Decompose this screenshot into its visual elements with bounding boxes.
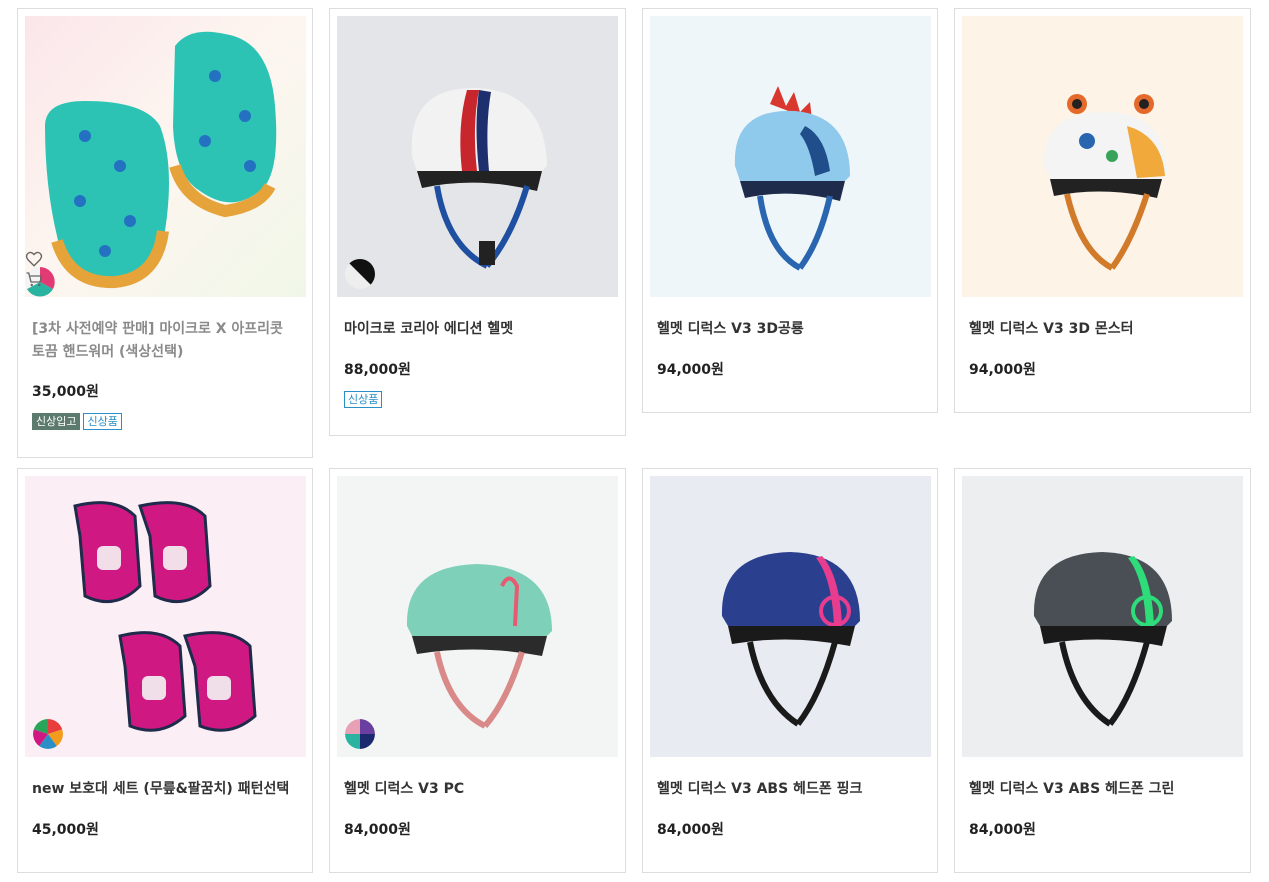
product-title[interactable]: 헬멧 디럭스 V3 PC xyxy=(344,778,612,801)
product-price: 94,000원 xyxy=(969,362,1036,378)
dinosaur-helmet-illustration xyxy=(650,16,931,297)
product-image[interactable] xyxy=(337,476,618,757)
monster-helmet-illustration xyxy=(962,16,1243,297)
new-product-badge: 신상품 xyxy=(83,413,122,430)
product-card[interactable]: 헬멧 디럭스 V3 ABS 헤드폰 그린 84,000원 xyxy=(954,468,1251,873)
badge-group: 신상입고 신상품 xyxy=(32,413,122,431)
product-price: 84,000원 xyxy=(969,822,1036,838)
product-price: 94,000원 xyxy=(657,362,724,378)
hand-warmer-illustration xyxy=(25,16,306,297)
color-swatch xyxy=(345,259,375,289)
product-price: 88,000원 xyxy=(344,362,411,378)
color-swatch xyxy=(33,719,63,749)
product-card[interactable]: 헬멧 디럭스 V3 ABS 헤드폰 핑크 84,000원 xyxy=(642,468,938,873)
cart-icon[interactable] xyxy=(25,270,43,288)
product-price: 84,000원 xyxy=(657,822,724,838)
helmet-illustration xyxy=(337,16,618,297)
heart-icon[interactable] xyxy=(25,250,43,268)
product-title[interactable]: 헬멧 디럭스 V3 3D공룡 xyxy=(657,318,925,341)
product-card[interactable]: 헬멧 디럭스 V3 3D 몬스터 94,000원 xyxy=(954,8,1251,413)
product-image[interactable] xyxy=(650,16,931,297)
product-title[interactable]: 헬멧 디럭스 V3 ABS 헤드폰 그린 xyxy=(969,778,1237,801)
product-price: 35,000원 xyxy=(32,384,99,400)
product-card[interactable]: [3차 사전예약 판매] 마이크로 X 아프리콧 토끔 핸드워머 (색상선택) … xyxy=(17,8,313,458)
product-card[interactable]: new 보호대 세트 (무릎&팔꿈치) 패턴선택 45,000원 xyxy=(17,468,313,873)
product-title[interactable]: 헬멧 디럭스 V3 ABS 헤드폰 핑크 xyxy=(657,778,925,801)
product-card[interactable]: 마이크로 코리아 에디션 헬멧 88,000원 신상품 xyxy=(329,8,626,436)
headphone-helmet-illustration xyxy=(650,476,931,757)
product-price: 84,000원 xyxy=(344,822,411,838)
product-image[interactable] xyxy=(25,476,306,757)
headphone-helmet-illustration xyxy=(962,476,1243,757)
product-image[interactable] xyxy=(25,16,306,297)
protector-set-illustration xyxy=(25,476,306,757)
helmet-illustration xyxy=(337,476,618,757)
product-title[interactable]: new 보호대 세트 (무릎&팔꿈치) 패턴선택 xyxy=(32,778,300,801)
product-title[interactable]: 마이크로 코리아 에디션 헬멧 xyxy=(344,318,612,341)
product-card[interactable]: 헬멧 디럭스 V3 3D공룡 94,000원 xyxy=(642,8,938,413)
product-title[interactable]: [3차 사전예약 판매] 마이크로 X 아프리콧 토끔 핸드워머 (색상선택) xyxy=(32,318,300,364)
product-image[interactable] xyxy=(650,476,931,757)
product-price: 45,000원 xyxy=(32,822,99,838)
product-title[interactable]: 헬멧 디럭스 V3 3D 몬스터 xyxy=(969,318,1237,341)
product-image[interactable] xyxy=(962,16,1243,297)
product-image[interactable] xyxy=(337,16,618,297)
new-arrival-badge: 신상입고 xyxy=(32,413,81,430)
color-swatch xyxy=(345,719,375,749)
product-image[interactable] xyxy=(962,476,1243,757)
new-product-badge: 신상품 xyxy=(344,391,383,408)
badge-group: 신상품 xyxy=(344,391,383,409)
product-card[interactable]: 헬멧 디럭스 V3 PC 84,000원 xyxy=(329,468,626,873)
